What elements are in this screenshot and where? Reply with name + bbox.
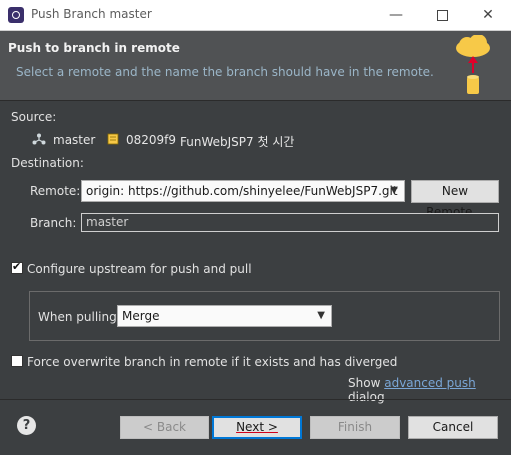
help-icon[interactable]: ?: [17, 416, 36, 435]
advanced-suffix: dialog: [348, 390, 385, 404]
banner-subtitle: Select a remote and the name the branch …: [16, 65, 434, 79]
new-remote-button[interactable]: New Remote...: [411, 180, 499, 219]
back-button[interactable]: < Back: [120, 416, 209, 439]
branch-label: Branch:: [30, 216, 77, 230]
cloud-push-icon: [456, 35, 490, 94]
header-banner: Push to branch in remote Select a remote…: [0, 31, 511, 101]
eclipse-icon: [8, 7, 24, 23]
chevron-down-icon: ▼: [390, 185, 398, 196]
when-pulling-label: When pulling:: [38, 310, 121, 324]
branch-icon: [32, 133, 46, 145]
banner-title: Push to branch in remote: [8, 41, 180, 55]
next-button-label: Next >: [236, 420, 278, 434]
source-label: Source:: [11, 110, 57, 124]
minimize-button[interactable]: —: [373, 0, 419, 31]
remote-label: Remote:: [30, 184, 81, 198]
chevron-down-icon: ▼: [317, 310, 325, 321]
branch-input[interactable]: master: [81, 213, 499, 232]
when-pulling-select[interactable]: Merge ▼: [117, 305, 332, 327]
force-overwrite-label: Force overwrite branch in remote if it e…: [27, 355, 398, 369]
separator: [0, 399, 511, 400]
next-button[interactable]: Next >: [212, 416, 302, 439]
advanced-prefix: Show: [348, 376, 381, 390]
remote-select[interactable]: origin: https://github.com/shinyelee/Fun…: [81, 180, 405, 202]
force-overwrite-checkbox[interactable]: [11, 355, 23, 367]
when-pulling-value: Merge: [122, 309, 160, 323]
commit-id: 08209f9: [126, 133, 177, 147]
maximize-icon: [436, 9, 448, 21]
advanced-push-link[interactable]: advanced push: [384, 376, 476, 390]
close-button[interactable]: ✕: [465, 0, 511, 31]
maximize-button[interactable]: [419, 0, 465, 31]
remote-select-value: origin: https://github.com/shinyelee/Fun…: [86, 184, 398, 198]
destination-label: Destination:: [11, 156, 84, 170]
configure-upstream-checkbox[interactable]: [11, 260, 23, 274]
source-branch: master: [53, 133, 96, 147]
title-bar: Push Branch master — ✕: [0, 0, 511, 31]
cancel-button[interactable]: Cancel: [408, 416, 498, 439]
commit-icon: [107, 133, 119, 145]
branch-input-value: master: [86, 215, 129, 229]
configure-upstream-label: Configure upstream for push and pull: [27, 262, 252, 276]
finish-button[interactable]: Finish: [310, 416, 400, 439]
commit-message: FunWebJSP7 첫 시간: [180, 135, 295, 149]
window-title: Push Branch master: [31, 7, 152, 21]
